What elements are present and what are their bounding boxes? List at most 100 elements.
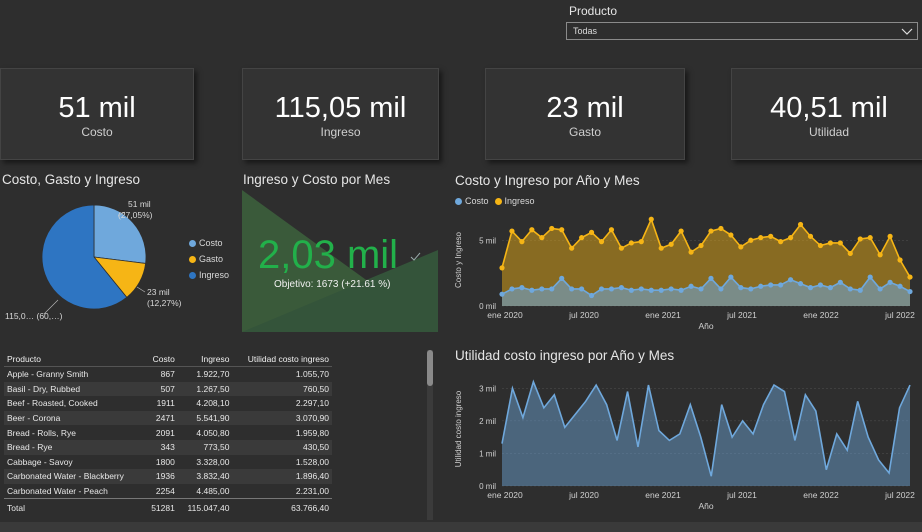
pie-label-gasto-pct: (12,27%) bbox=[147, 298, 182, 308]
x-tick-label: ene 2021 bbox=[645, 490, 681, 500]
col-header-costo[interactable]: Costo bbox=[144, 352, 178, 367]
col-header-ingreso[interactable]: Ingreso bbox=[177, 352, 233, 367]
data-point bbox=[549, 286, 555, 292]
data-point bbox=[648, 216, 654, 222]
table-row[interactable]: Bread - Rye 343 773,50 430,50 bbox=[4, 439, 332, 455]
data-point bbox=[658, 287, 664, 293]
cell-utilidad: 1.528,00 bbox=[295, 456, 329, 467]
gauge-title: Ingreso y Costo por Mes bbox=[243, 172, 391, 187]
legend-dot-icon bbox=[494, 197, 502, 205]
data-point bbox=[549, 225, 555, 232]
data-point bbox=[608, 227, 615, 233]
table-row[interactable]: Cabbage - Savoy 1800 3.328,00 1.528,00 bbox=[4, 455, 332, 470]
pie-label-costo-pct: (27,05%) bbox=[118, 210, 153, 220]
table-total-row: Total 51281 115.047,40 63.766,40 bbox=[4, 498, 332, 517]
chevron-down-icon bbox=[901, 28, 913, 35]
data-point bbox=[847, 286, 853, 292]
area-chart-1-title: Costo y Ingreso por Año y Mes bbox=[455, 173, 640, 188]
data-point bbox=[529, 287, 535, 293]
total-label: Total bbox=[4, 498, 145, 517]
y-tick-label: 5 mil bbox=[479, 236, 496, 245]
cell-utilidad: 3.070,90 bbox=[295, 413, 329, 424]
data-point bbox=[817, 242, 824, 249]
y-tick-label: 3 mil bbox=[479, 384, 496, 393]
table-row[interactable]: Beer - Corona 2471 5.541,90 3.070,90 bbox=[4, 410, 332, 426]
total-costo: 51281 bbox=[144, 498, 178, 517]
table-header-row: Producto Costo Ingreso Utilidad costo in… bbox=[4, 352, 332, 367]
kpi-card-gasto[interactable]: 23 mil Gasto bbox=[485, 68, 685, 160]
data-point bbox=[628, 287, 634, 293]
legend-dot-icon bbox=[189, 255, 196, 263]
data-point bbox=[897, 257, 903, 263]
table-row[interactable]: Bread - Rolls, Rye 2091 4.050,80 1.959,80 bbox=[4, 425, 332, 440]
data-point bbox=[678, 287, 684, 293]
x-tick-label: ene 2021 bbox=[645, 310, 681, 320]
data-point bbox=[837, 279, 843, 285]
col-header-utilidad[interactable]: Utilidad costo ingreso bbox=[232, 352, 332, 367]
data-point bbox=[758, 235, 764, 241]
kpi-label: Gasto bbox=[568, 125, 601, 139]
cell-utilidad: 1.055,70 bbox=[295, 369, 329, 380]
kpi-card-utilidad[interactable]: 40,51 mil Utilidad bbox=[731, 68, 922, 160]
cell-producto: Carbonated Water - Blackberry bbox=[7, 471, 124, 482]
product-filter-dropdown[interactable]: Todas bbox=[566, 22, 918, 40]
series-area-utilidad-costo-ingreso bbox=[502, 381, 910, 486]
area-chart-costo-ingreso[interactable]: 0 mil5 milCosto y Ingresoene 2020 jul 202… bbox=[452, 208, 918, 332]
kpi-label: Utilidad bbox=[808, 125, 850, 139]
cell-ingreso: 773,50 bbox=[203, 442, 230, 453]
legend-item-gasto[interactable]: Gasto bbox=[189, 254, 229, 264]
cell-producto: Carbonated Water - Peach bbox=[7, 486, 108, 497]
legend-dot-icon bbox=[189, 271, 196, 279]
cell-costo: 2471 bbox=[155, 413, 175, 424]
pie-label-gasto-value: 23 mil bbox=[147, 287, 170, 297]
cell-costo: 1911 bbox=[156, 398, 175, 409]
table-scrollbar-thumb[interactable] bbox=[427, 350, 433, 386]
x-tick-label: jul 2020 bbox=[568, 490, 599, 500]
data-point bbox=[519, 239, 525, 245]
gauge-value: 2,03 mil bbox=[258, 233, 399, 277]
data-point bbox=[748, 237, 754, 243]
data-point bbox=[698, 286, 704, 292]
kpi-card-costo[interactable]: 51 mil Costo bbox=[0, 68, 194, 160]
data-point bbox=[787, 235, 794, 241]
table-row[interactable]: Beef - Roasted, Cooked 1911 4.208,10 2.297,… bbox=[4, 396, 332, 411]
product-table[interactable]: Producto Costo Ingreso Utilidad costo in… bbox=[4, 352, 332, 517]
col-header-producto[interactable]: Producto bbox=[4, 352, 145, 367]
pie-legend: Costo Gasto Ingreso bbox=[189, 238, 229, 280]
cell-utilidad: 760,50 bbox=[303, 383, 329, 394]
cell-costo: 1936 bbox=[155, 471, 175, 482]
data-point bbox=[539, 286, 545, 292]
legend-item-costo[interactable]: Costo bbox=[455, 196, 489, 206]
data-point bbox=[618, 245, 625, 251]
cell-producto: Beef - Roasted, Cooked bbox=[7, 398, 98, 409]
table-scrollbar-track[interactable] bbox=[427, 350, 433, 520]
data-point bbox=[529, 227, 535, 233]
pie-label-costo-value: 51 mil bbox=[128, 199, 151, 209]
table-row[interactable]: Basil - Dry, Rubbed 507 1.267,50 760,50 bbox=[4, 381, 332, 397]
cell-ingreso: 5.541,90 bbox=[196, 413, 230, 424]
kpi-label: Costo bbox=[81, 125, 113, 139]
kpi-value: 51 mil bbox=[58, 92, 136, 124]
cell-costo: 507 bbox=[160, 383, 175, 394]
table-row[interactable]: Carbonated Water - Blackberry 1936 3.832,4… bbox=[4, 469, 332, 484]
kpi-value: 115,05 mil bbox=[274, 92, 407, 124]
filter-value: Todas bbox=[573, 26, 598, 36]
legend-item-ingreso[interactable]: Ingreso bbox=[494, 196, 535, 206]
cell-costo: 867 bbox=[160, 369, 175, 380]
kpi-label: Ingreso bbox=[320, 125, 361, 139]
cell-ingreso: 4.050,80 bbox=[196, 427, 230, 438]
legend-item-ingreso[interactable]: Ingreso bbox=[189, 270, 229, 280]
data-point bbox=[648, 287, 654, 293]
table-row[interactable]: Apple - Granny Smith 867 1.922,70 1.055,70 bbox=[4, 367, 332, 382]
legend-item-costo[interactable]: Costo bbox=[189, 238, 229, 248]
kpi-card-ingreso[interactable]: 115,05 mil Ingreso bbox=[242, 68, 439, 160]
y-axis-title: Costo y Ingreso bbox=[454, 231, 463, 288]
data-point bbox=[708, 228, 714, 234]
legend-dot-icon bbox=[455, 197, 462, 205]
table-row[interactable]: Carbonated Water - Peach 2254 4.485,00 2.23… bbox=[4, 484, 332, 499]
area-chart-utilidad[interactable]: 0 mil1 mil2 mil3 milUtilidad costo ingre… bbox=[452, 366, 918, 512]
cell-ingreso: 3.832,40 bbox=[196, 471, 230, 482]
data-point bbox=[588, 292, 595, 299]
x-tick-label: jul 2022 bbox=[884, 490, 915, 500]
data-point bbox=[618, 285, 625, 291]
